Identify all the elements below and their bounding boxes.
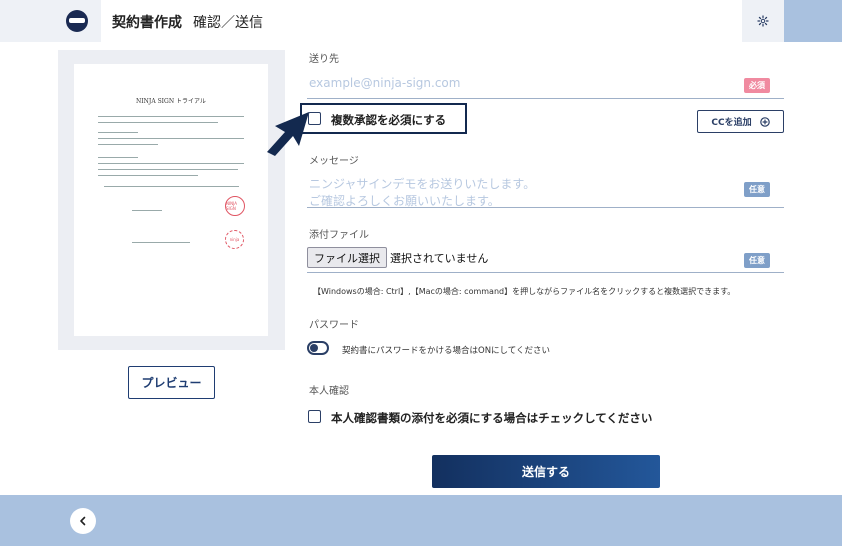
attachment-label: 添付ファイル (309, 230, 369, 241)
attachment-hint: 【Windowsの場合: Ctrl】,【Macの場合: command】を押しな… (313, 287, 736, 296)
password-label: パスワード (309, 320, 359, 331)
page-title: 契約書作成 (112, 15, 182, 31)
message-label: メッセージ (309, 156, 359, 167)
email-underline (307, 98, 784, 99)
add-cc-button[interactable]: CCを追加 (697, 110, 784, 133)
footer-bar (0, 495, 842, 546)
message-line1[interactable]: ニンジャサインデモをお送りいたします。 (309, 175, 535, 192)
toggle-knob (310, 344, 318, 352)
password-toggle[interactable] (307, 341, 329, 355)
optional-badge: 任意 (744, 182, 770, 197)
identity-label: 本人確認 (309, 386, 349, 397)
add-cc-label: CCを追加 (711, 118, 752, 128)
chevron-left-icon (80, 516, 86, 526)
document-thumbnail[interactable]: NINJA SIGN トライアル NINJA SIGN ninja (74, 64, 268, 336)
password-toggle-label: 契約書にパスワードをかける場合はONにしてください (342, 346, 551, 356)
header-bar: 契約書作成 確認／送信 (0, 0, 842, 42)
page-subtitle: 確認／送信 (193, 15, 263, 31)
multi-approval-label: 複数承認を必須にする (331, 113, 447, 127)
settings-button[interactable] (742, 0, 784, 42)
recipient-label: 送り先 (309, 54, 339, 65)
attachment-underline (307, 272, 784, 273)
plus-circle-icon (759, 116, 770, 127)
message-underline (307, 207, 784, 208)
document-title: NINJA SIGN トライアル (136, 98, 206, 105)
right-gutter (786, 42, 842, 495)
header-right-band (784, 0, 842, 42)
ninja-logo-icon (66, 10, 88, 32)
gear-icon (757, 15, 769, 27)
seal-stamp-placeholder: ninja (225, 230, 244, 249)
send-button[interactable]: 送信する (432, 455, 660, 488)
back-button[interactable] (70, 508, 96, 534)
seal-stamp: NINJA SIGN (225, 196, 245, 216)
identity-checkbox-label: 本人確認書類の添付を必須にする場合はチェックしてください (331, 411, 653, 425)
email-input[interactable]: example@ninja-sign.com (309, 76, 460, 90)
file-status: 選択されていません (390, 252, 489, 265)
identity-checkbox[interactable] (308, 410, 321, 423)
preview-button[interactable]: プレビュー (128, 366, 215, 399)
logo-container (0, 0, 101, 42)
required-badge: 必須 (744, 78, 770, 93)
optional-badge: 任意 (744, 253, 770, 268)
file-select-button[interactable]: ファイル選択 (307, 247, 387, 268)
left-gutter (0, 42, 56, 495)
multi-approval-checkbox[interactable] (308, 112, 321, 125)
